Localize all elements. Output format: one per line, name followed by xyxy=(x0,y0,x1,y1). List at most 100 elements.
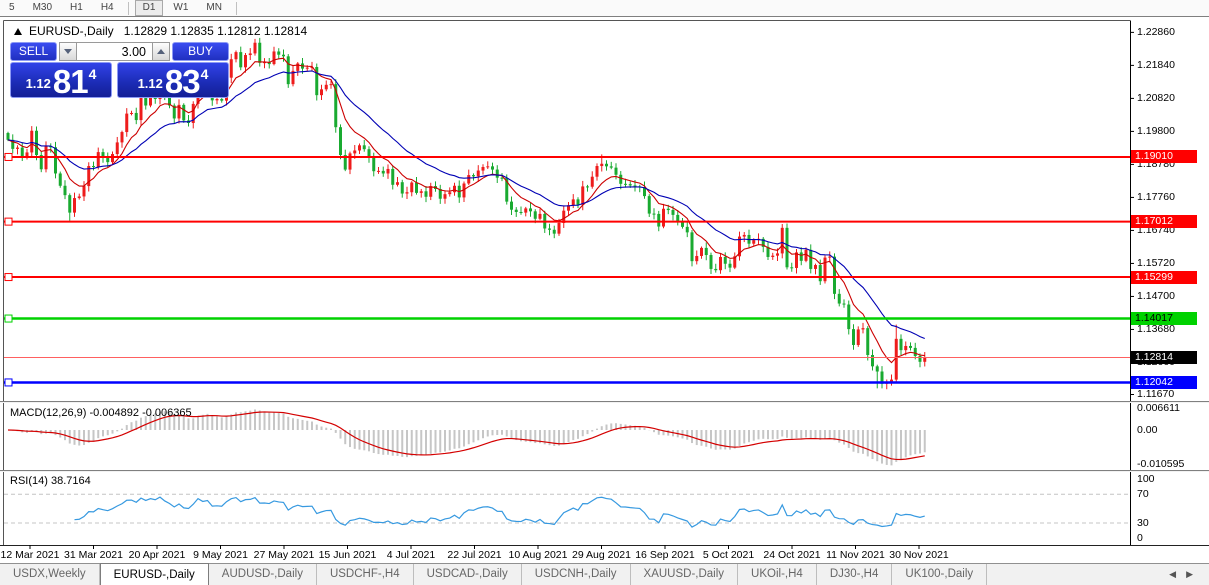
timeframe-button-h1[interactable]: H1 xyxy=(62,0,91,16)
candle xyxy=(362,145,366,150)
candle xyxy=(837,293,841,304)
line-anchor[interactable] xyxy=(4,217,13,226)
candle xyxy=(657,213,661,227)
candle xyxy=(429,186,433,197)
line-anchor[interactable] xyxy=(4,314,13,323)
candle xyxy=(244,55,247,68)
candle xyxy=(614,167,618,175)
symbol-tab-usdcad-[interactable]: USDCAD-,Daily xyxy=(414,564,522,585)
price-tick-label: 1.20820 xyxy=(1137,91,1175,104)
candle xyxy=(514,209,518,212)
candle xyxy=(68,195,72,213)
candle xyxy=(286,56,290,85)
price-level-badge: 1.19010 xyxy=(1131,150,1197,164)
symbol-tab-uk100-[interactable]: UK100-,Daily xyxy=(892,564,988,585)
symbol-tab-usdchf-[interactable]: USDCHF-,H4 xyxy=(317,564,414,585)
buy-price-display[interactable]: 1.12 83 4 xyxy=(117,62,229,98)
candle xyxy=(253,42,257,54)
candle xyxy=(220,99,224,101)
symbol-tab-usdx[interactable]: USDX,Weekly xyxy=(0,564,100,585)
timeframe-button-h4[interactable]: H4 xyxy=(93,0,122,16)
symbol-tab-audusd-[interactable]: AUDUSD-,Daily xyxy=(209,564,317,585)
price-tick-label: 1.13680 xyxy=(1137,322,1175,335)
volume-input[interactable] xyxy=(77,42,152,61)
date-tick-label: 31 Mar 2021 xyxy=(64,549,123,561)
candle xyxy=(714,268,718,271)
tabs-scroll-right-icon[interactable]: ▶ xyxy=(1186,569,1203,579)
candle xyxy=(719,256,722,271)
tabs-scroll-left-icon[interactable]: ◀ xyxy=(1169,569,1186,579)
candle xyxy=(239,52,243,68)
timeframe-button-5[interactable]: 5 xyxy=(1,0,23,16)
candle xyxy=(258,42,262,63)
line-anchor[interactable] xyxy=(4,378,13,387)
symbol-tab-usdcnh-[interactable]: USDCNH-,Daily xyxy=(522,564,631,585)
timeframe-button-w1[interactable]: W1 xyxy=(165,0,196,16)
volume-increase-button[interactable] xyxy=(152,42,170,61)
candle xyxy=(662,208,665,227)
candle xyxy=(695,255,699,262)
candle xyxy=(320,89,323,96)
candle xyxy=(780,227,784,254)
candle xyxy=(396,182,399,185)
sell-button[interactable]: SELL xyxy=(10,42,57,61)
price-level-badge: 1.15299 xyxy=(1131,270,1197,284)
candle xyxy=(524,208,528,213)
collapse-arrow-icon[interactable] xyxy=(14,27,22,35)
candle xyxy=(818,265,822,282)
timeframe-button-d1[interactable]: D1 xyxy=(134,0,164,16)
buy-button[interactable]: BUY xyxy=(172,42,229,61)
symbol-tab-xauusd-[interactable]: XAUUSD-,Daily xyxy=(631,564,739,585)
candle xyxy=(130,112,133,114)
candle xyxy=(467,175,471,184)
line-anchor[interactable] xyxy=(4,152,13,161)
spinner-down-icon xyxy=(64,49,72,54)
candle xyxy=(742,234,746,237)
timeframe-toolbar: 5 M30 H1 H4 D1 W1 MN xyxy=(0,0,1209,17)
candle xyxy=(619,174,623,184)
buy-price-prefix: 1.12 xyxy=(137,76,163,91)
symbol-tab-eurusd-[interactable]: EURUSD-,Daily xyxy=(99,563,209,585)
candle xyxy=(552,229,556,234)
candle xyxy=(20,147,24,158)
candle xyxy=(120,132,124,143)
candle xyxy=(6,133,10,140)
toolbar-separator xyxy=(235,1,237,15)
candle xyxy=(771,255,775,257)
candle xyxy=(58,173,62,186)
date-tick-label: 24 Oct 2021 xyxy=(763,549,821,561)
candle xyxy=(600,163,604,167)
date-tick-label: 22 Jul 2021 xyxy=(447,549,502,561)
candle xyxy=(647,196,651,214)
sell-price-pipette: 4 xyxy=(88,66,97,82)
candle xyxy=(690,232,694,262)
price-level-badge: 1.12042 xyxy=(1131,375,1197,389)
candle xyxy=(215,99,219,101)
timeframe-button-m30[interactable]: M30 xyxy=(25,0,60,16)
candle xyxy=(277,51,281,55)
symbol-tab-ukoil-[interactable]: UKOil-,H4 xyxy=(738,564,817,585)
candle xyxy=(30,130,34,153)
line-anchor[interactable] xyxy=(4,273,13,282)
timeframe-button-mn[interactable]: MN xyxy=(198,0,230,16)
date-tick-label: 29 Aug 2021 xyxy=(572,549,631,561)
candle xyxy=(96,152,100,167)
price-tick-label: 1.15720 xyxy=(1137,256,1175,269)
candle xyxy=(852,329,855,345)
rsi-tick-label: 100 xyxy=(1137,472,1155,485)
chart-title: EURUSD-,Daily 1.12829 1.12835 1.12812 1.… xyxy=(14,24,307,38)
macd-tick-label: -0.010595 xyxy=(1137,457,1185,470)
candle xyxy=(709,255,713,269)
toolbar-separator xyxy=(127,1,129,15)
candle xyxy=(324,84,328,90)
candle xyxy=(861,328,865,330)
candle xyxy=(529,208,532,212)
candle xyxy=(875,366,879,372)
candle xyxy=(605,163,608,167)
candle xyxy=(443,194,447,199)
candle xyxy=(913,347,917,356)
volume-decrease-button[interactable] xyxy=(59,42,77,61)
symbol-tab-dj30-[interactable]: DJ30-,H4 xyxy=(817,564,893,585)
candle xyxy=(134,112,138,121)
sell-price-display[interactable]: 1.12 81 4 xyxy=(10,62,112,98)
